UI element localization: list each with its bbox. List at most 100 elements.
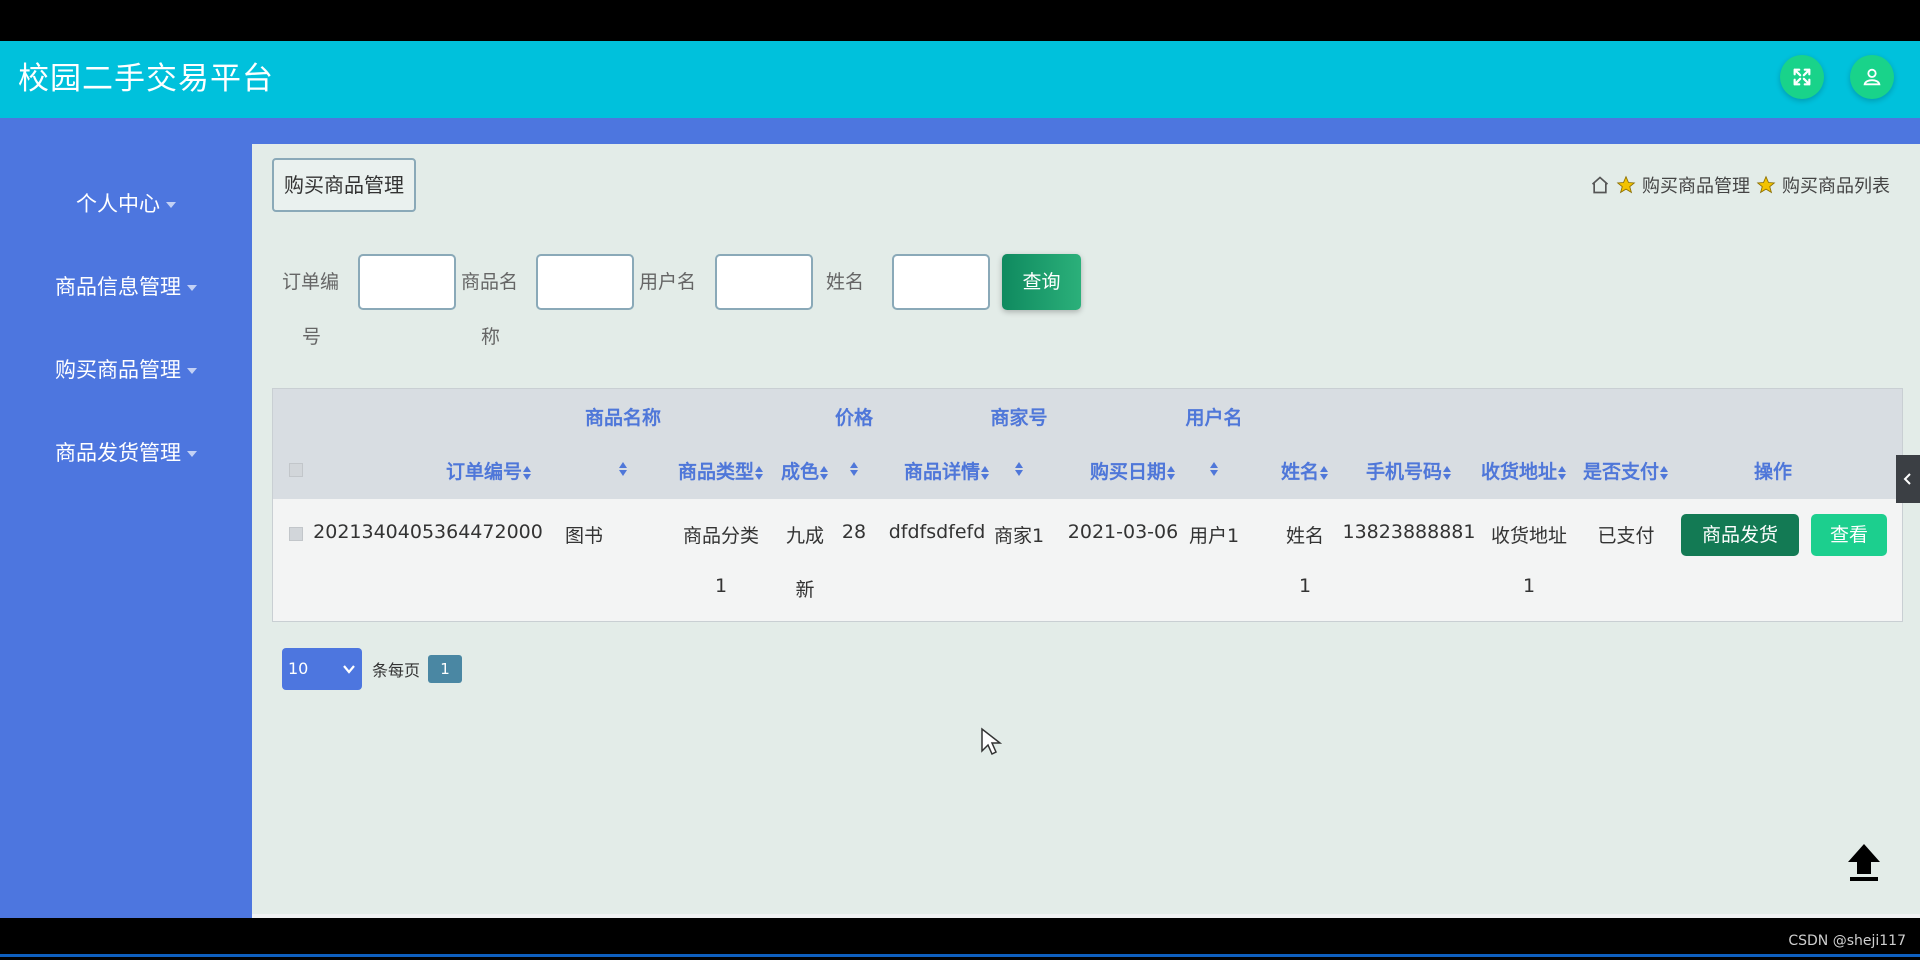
sort-icon xyxy=(1015,461,1024,476)
sort-icon xyxy=(523,465,532,480)
breadcrumb-item[interactable]: 购买商品管理 xyxy=(1642,172,1750,198)
fullscreen-icon xyxy=(1793,68,1811,86)
cell-phone: 13823888881 xyxy=(1342,521,1476,543)
back-to-top-icon[interactable] xyxy=(1840,838,1888,886)
caret-down-icon xyxy=(187,451,197,457)
table-header: 订单编号 商品名称 商品类型 成色 价格 商品详情 商家号 购买日期 用户名 姓… xyxy=(273,389,1902,499)
col-order-no[interactable]: 订单编号 xyxy=(389,457,589,484)
name-label: 姓名 xyxy=(826,271,865,293)
sidebar: 个人中心 商品信息管理 购买商品管理 商品发货管理 xyxy=(0,144,252,918)
sidebar-item-shipping[interactable]: 商品发货管理 xyxy=(0,431,252,475)
chevron-left-icon xyxy=(1903,473,1911,485)
page-size-select[interactable]: 10 xyxy=(282,648,362,690)
header-strip xyxy=(0,118,1920,144)
collapse-panel-tab[interactable] xyxy=(1896,455,1920,503)
chevron-down-icon xyxy=(343,665,355,674)
col-username-sort[interactable] xyxy=(1194,457,1234,479)
col-ops: 操作 xyxy=(1753,461,1792,483)
fullscreen-button[interactable] xyxy=(1780,55,1824,99)
progress-line xyxy=(0,954,1920,957)
sidebar-item-label: 购买商品管理 xyxy=(55,358,181,382)
cell-detail: dfdfsdfefd xyxy=(888,521,986,543)
sort-icon xyxy=(1210,461,1219,476)
cell-condition-line2: 新 xyxy=(795,579,815,601)
username-input[interactable] xyxy=(715,254,813,310)
sort-icon xyxy=(619,461,628,476)
col-detail[interactable]: 商品详情 xyxy=(877,457,1017,484)
mouse-cursor-icon xyxy=(981,727,1002,756)
home-icon[interactable] xyxy=(1590,175,1610,195)
sidebar-item-label: 商品信息管理 xyxy=(55,275,181,299)
ship-goods-button[interactable]: 商品发货 xyxy=(1681,514,1799,556)
main-content: 购买商品管理 购买商品管理 购买商品列表 订单编 号 商品名 称 用户名 姓名 … xyxy=(252,144,1920,918)
sort-icon xyxy=(1443,465,1452,480)
sort-icon xyxy=(1167,465,1176,480)
sort-icon xyxy=(981,465,990,480)
cell-goods-name: 图书 xyxy=(564,525,603,547)
top-navbar: 校园二手交易平台 xyxy=(0,41,1920,118)
star-icon xyxy=(1616,175,1636,194)
select-all-checkbox[interactable] xyxy=(289,463,303,477)
cell-price: 28 xyxy=(841,521,867,543)
app-frame: 校园二手交易平台 个人中心 商品信息管理 购买商品管理 商品发货管理 购买商品管… xyxy=(0,0,1920,960)
col-address[interactable]: 收货地址 xyxy=(1469,457,1579,484)
goods-name-input[interactable] xyxy=(536,254,634,310)
app-title: 校园二手交易平台 xyxy=(18,61,274,97)
col-date[interactable]: 购买日期 xyxy=(1063,457,1203,484)
col-goods-name: 商品名称 xyxy=(584,407,661,429)
cell-name-line2: 1 xyxy=(1298,575,1312,597)
name-input[interactable] xyxy=(892,254,990,310)
caret-down-icon xyxy=(187,368,197,374)
cell-date: 2021-03-06 xyxy=(1067,521,1179,543)
sort-icon xyxy=(1320,465,1329,480)
sort-icon xyxy=(820,465,829,480)
cell-address-line2: 1 xyxy=(1522,575,1536,597)
sidebar-item-personal-center[interactable]: 个人中心 xyxy=(0,182,252,226)
sidebar-item-label: 商品发货管理 xyxy=(55,441,181,465)
breadcrumb: 购买商品管理 购买商品列表 xyxy=(1590,172,1890,198)
pagination: 10 条每页 1 xyxy=(282,648,463,690)
data-table: 订单编号 商品名称 商品类型 成色 价格 商品详情 商家号 购买日期 用户名 姓… xyxy=(272,388,1903,622)
sort-icon xyxy=(1660,465,1669,480)
cell-address: 收货地址 xyxy=(1490,525,1567,547)
sidebar-item-goods-info[interactable]: 商品信息管理 xyxy=(0,265,252,309)
cell-order-no: 2021340405364472000 xyxy=(313,521,543,543)
username-label: 用户名 xyxy=(639,271,697,293)
goods-name-label-line2: 称 xyxy=(481,326,501,348)
user-icon xyxy=(1863,68,1881,86)
order-no-label: 订单编 xyxy=(282,271,340,293)
goods-name-label: 商品名 xyxy=(461,271,519,293)
col-phone[interactable]: 手机号码 xyxy=(1349,457,1469,484)
query-button[interactable]: 查询 xyxy=(1002,254,1081,310)
cell-name: 姓名 xyxy=(1285,525,1324,547)
page-title: 购买商品管理 xyxy=(272,158,416,212)
sort-icon xyxy=(850,461,859,476)
row-checkbox[interactable] xyxy=(289,527,303,541)
col-goods-name-sort[interactable] xyxy=(603,457,643,479)
col-name[interactable]: 姓名 xyxy=(1265,457,1345,484)
order-no-label-line2: 号 xyxy=(302,326,322,348)
cell-merchant: 商家1 xyxy=(993,525,1045,547)
watermark: CSDN @sheji117 xyxy=(1788,933,1906,949)
cell-paid: 已支付 xyxy=(1597,525,1655,547)
col-username: 用户名 xyxy=(1185,407,1243,429)
col-merchant-sort[interactable] xyxy=(999,457,1039,479)
view-button[interactable]: 查看 xyxy=(1811,514,1887,556)
sidebar-item-label: 个人中心 xyxy=(76,192,160,216)
col-price: 价格 xyxy=(834,407,873,429)
cell-username: 用户1 xyxy=(1188,525,1240,547)
bottom-divider xyxy=(252,914,1920,918)
caret-down-icon xyxy=(166,202,176,208)
per-page-label: 条每页 xyxy=(372,661,421,680)
star-icon xyxy=(1756,175,1776,194)
page-number-current[interactable]: 1 xyxy=(428,655,463,683)
user-button[interactable] xyxy=(1850,55,1894,99)
sort-icon xyxy=(1558,465,1567,480)
order-no-input[interactable] xyxy=(358,254,456,310)
sidebar-item-purchase[interactable]: 购买商品管理 xyxy=(0,348,252,392)
breadcrumb-item[interactable]: 购买商品列表 xyxy=(1782,172,1890,198)
col-price-sort[interactable] xyxy=(834,457,874,479)
caret-down-icon xyxy=(187,285,197,291)
col-paid[interactable]: 是否支付 xyxy=(1571,457,1681,484)
col-merchant: 商家号 xyxy=(990,407,1048,429)
